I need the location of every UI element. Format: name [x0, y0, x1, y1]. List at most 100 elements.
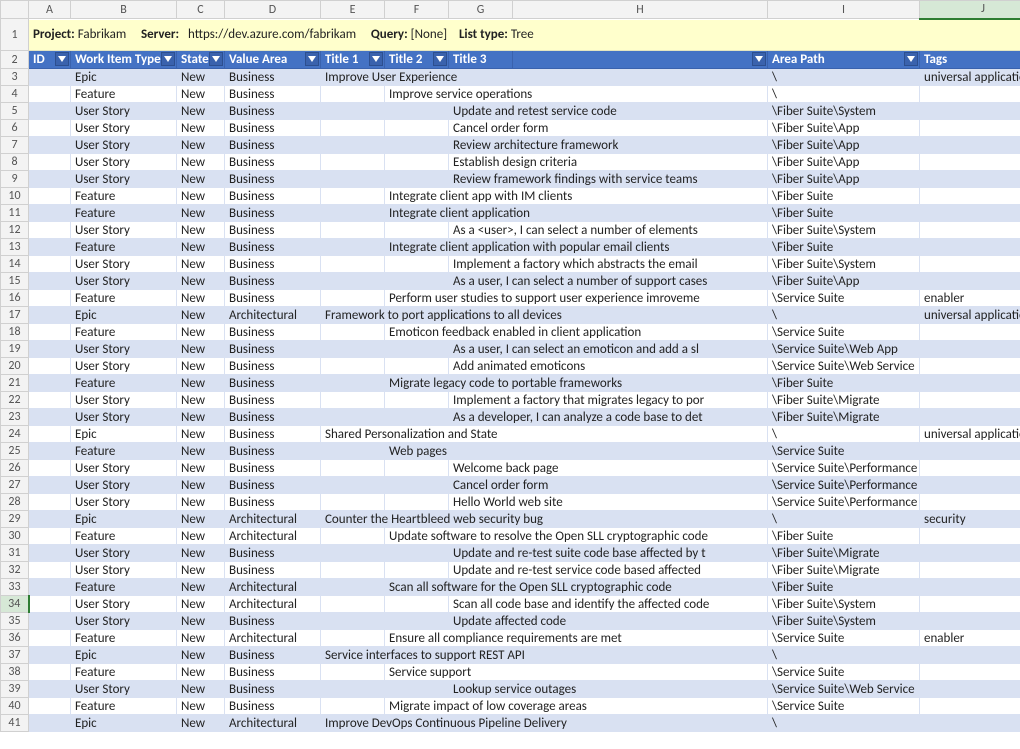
cell-valuearea[interactable]: Business	[225, 290, 321, 307]
cell-areapath[interactable]: \Fiber Suite	[768, 528, 920, 545]
table-row[interactable]: 23User StoryNewBusinessAs a developer, I…	[1, 409, 1020, 426]
row-header[interactable]: 30	[1, 528, 29, 545]
cell-title2[interactable]	[385, 477, 449, 494]
table-row[interactable]: 39User StoryNewBusinessLookup service ou…	[1, 681, 1020, 698]
cell-id[interactable]	[29, 375, 71, 392]
table-row[interactable]: 4FeatureNewBusinessImprove service opera…	[1, 86, 1020, 103]
row-header[interactable]: 10	[1, 188, 29, 205]
filter-button[interactable]	[369, 52, 383, 66]
cell-areapath[interactable]: \	[768, 511, 920, 528]
cell-state[interactable]: New	[177, 409, 225, 426]
cell-valuearea[interactable]: Business	[225, 256, 321, 273]
cell-title3[interactable]: Welcome back page	[449, 460, 768, 477]
cell-workitemtype[interactable]: User Story	[71, 681, 177, 698]
cell-tags[interactable]	[920, 324, 1020, 341]
cell-state[interactable]: New	[177, 239, 225, 256]
cell-state[interactable]: New	[177, 205, 225, 222]
cell-areapath[interactable]: \Fiber Suite\System	[768, 596, 920, 613]
cell-tags[interactable]	[920, 579, 1020, 596]
cell-areapath[interactable]: \Fiber Suite	[768, 239, 920, 256]
cell-state[interactable]: New	[177, 341, 225, 358]
cell-tags[interactable]	[920, 477, 1020, 494]
cell-valuearea[interactable]: Business	[225, 613, 321, 630]
row-header[interactable]: 34	[1, 596, 29, 613]
cell-tags[interactable]	[920, 341, 1020, 358]
cell-areapath[interactable]: \Service Suite\Web Service	[768, 681, 920, 698]
table-row[interactable]: 6User StoryNewBusinessCancel order form\…	[1, 120, 1020, 137]
table-row[interactable]: 22User StoryNewBusinessImplement a facto…	[1, 392, 1020, 409]
cell-id[interactable]	[29, 154, 71, 171]
table-row[interactable]: 28User StoryNewBusinessHello World web s…	[1, 494, 1020, 511]
cell-title2[interactable]	[385, 154, 449, 171]
cell-id[interactable]	[29, 528, 71, 545]
row-header[interactable]: 35	[1, 613, 29, 630]
cell-title2[interactable]: Web pages	[385, 443, 768, 460]
table-row[interactable]: 11FeatureNewBusinessIntegrate client app…	[1, 205, 1020, 222]
cell-title2[interactable]	[385, 256, 449, 273]
table-row[interactable]: 15User StoryNewBusinessAs a user, I can …	[1, 273, 1020, 290]
cell-title3[interactable]: Cancel order form	[449, 477, 768, 494]
cell-areapath[interactable]: \Service Suite	[768, 630, 920, 647]
cell-title3[interactable]: Implement a factory that migrates legacy…	[449, 392, 768, 409]
cell-state[interactable]: New	[177, 545, 225, 562]
cell-id[interactable]	[29, 341, 71, 358]
cell-workitemtype[interactable]: Feature	[71, 205, 177, 222]
cell-areapath[interactable]: \Fiber Suite	[768, 205, 920, 222]
cell-areapath[interactable]: \	[768, 426, 920, 443]
cell-state[interactable]: New	[177, 698, 225, 715]
cell-areapath[interactable]: \Service Suite	[768, 324, 920, 341]
cell-valuearea[interactable]: Business	[225, 137, 321, 154]
cell-workitemtype[interactable]: User Story	[71, 341, 177, 358]
cell-id[interactable]	[29, 273, 71, 290]
filter-button[interactable]	[752, 52, 766, 66]
cell-title2[interactable]: Update software to resolve the Open SLL …	[385, 528, 768, 545]
cell-id[interactable]	[29, 511, 71, 528]
header-title1[interactable]: Title 1	[321, 51, 385, 69]
table-row[interactable]: 14User StoryNewBusinessImplement a facto…	[1, 256, 1020, 273]
cell-valuearea[interactable]: Architectural	[225, 630, 321, 647]
table-row[interactable]: 41EpicNewArchitecturalImprove DevOps Con…	[1, 715, 1020, 732]
cell-valuearea[interactable]: Business	[225, 647, 321, 664]
cell-areapath[interactable]: \Fiber Suite\Migrate	[768, 409, 920, 426]
cell-tags[interactable]: universal applications	[920, 426, 1020, 443]
cell-title2[interactable]: Improve service operations	[385, 86, 768, 103]
row-header[interactable]: 36	[1, 630, 29, 647]
cell-workitemtype[interactable]: Feature	[71, 324, 177, 341]
row-header[interactable]: 11	[1, 205, 29, 222]
cell-title2[interactable]	[385, 358, 449, 375]
cell-areapath[interactable]: \Fiber Suite	[768, 375, 920, 392]
cell-workitemtype[interactable]: User Story	[71, 137, 177, 154]
cell-title1[interactable]	[321, 409, 385, 426]
table-row[interactable]: 10FeatureNewBusinessIntegrate client app…	[1, 188, 1020, 205]
cell-tags[interactable]	[920, 664, 1020, 681]
cell-workitemtype[interactable]: Feature	[71, 239, 177, 256]
cell-tags[interactable]: enabler	[920, 290, 1020, 307]
row-header[interactable]: 15	[1, 273, 29, 290]
cell-title2[interactable]: Migrate impact of low coverage areas	[385, 698, 768, 715]
cell-workitemtype[interactable]: Feature	[71, 443, 177, 460]
cell-valuearea[interactable]: Business	[225, 205, 321, 222]
cell-title1[interactable]	[321, 375, 385, 392]
cell-state[interactable]: New	[177, 69, 225, 86]
cell-title3[interactable]: Update and retest service code	[449, 103, 768, 120]
table-row[interactable]: 17EpicNewArchitecturalFramework to port …	[1, 307, 1020, 324]
cell-id[interactable]	[29, 290, 71, 307]
cell-id[interactable]	[29, 477, 71, 494]
cell-workitemtype[interactable]: User Story	[71, 545, 177, 562]
col-C[interactable]: C	[177, 1, 225, 19]
cell-title3[interactable]: As a user, I can select an emoticon and …	[449, 341, 768, 358]
cell-title1[interactable]	[321, 460, 385, 477]
cell-id[interactable]	[29, 392, 71, 409]
cell-tags[interactable]	[920, 273, 1020, 290]
cell-title1[interactable]: Improve DevOps Continuous Pipeline Deliv…	[321, 715, 768, 732]
cell-tags[interactable]: universal applications	[920, 69, 1020, 86]
table-row[interactable]: 31User StoryNewBusinessUpdate and re-tes…	[1, 545, 1020, 562]
col-H[interactable]: H	[513, 1, 768, 19]
cell-state[interactable]: New	[177, 273, 225, 290]
col-D[interactable]: D	[225, 1, 321, 19]
cell-workitemtype[interactable]: User Story	[71, 494, 177, 511]
column-header-row[interactable]: A B C D E F G H I J	[1, 1, 1020, 19]
header-valuearea[interactable]: Value Area	[225, 51, 321, 69]
header-state[interactable]: State	[177, 51, 225, 69]
row-header[interactable]: 37	[1, 647, 29, 664]
